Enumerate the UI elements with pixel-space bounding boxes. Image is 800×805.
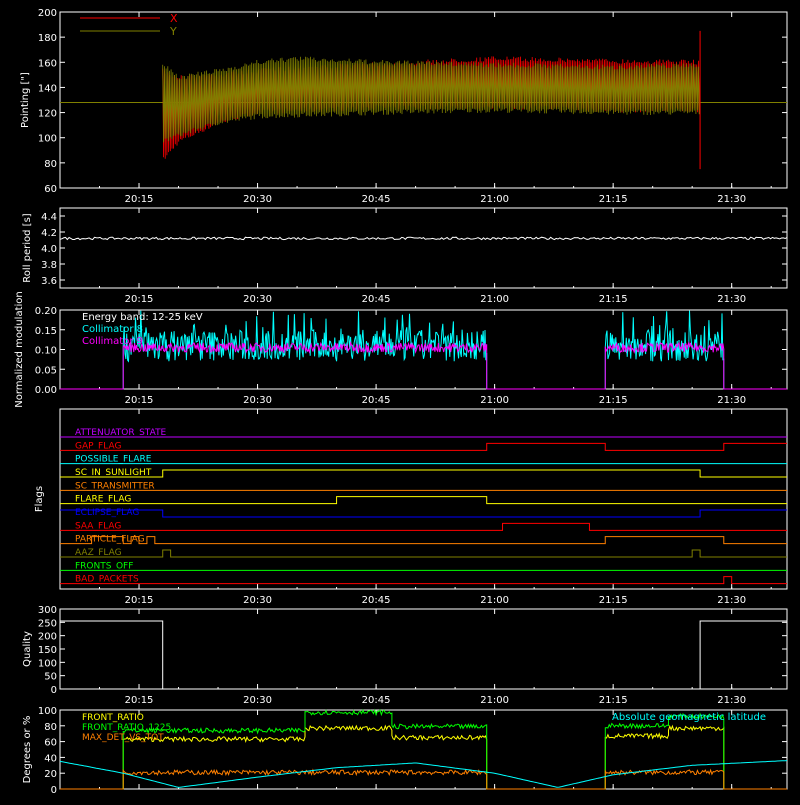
flag-label-flare-flag: FLARE_FLAG [75,495,131,505]
x-tick-label: 21:15 [599,695,628,706]
background [0,0,800,800]
flag-label-sc-transmitter: SC_TRANSMITTER [75,481,155,491]
legend-label-max-det-vs-tot: MAX_DET_VS_TOT [82,733,164,743]
flag-label-possible-flare: POSSIBLE_FLARE [75,455,152,465]
y-tick-label: 250 [38,618,57,629]
y-tick-label: 3.6 [41,276,57,287]
y-axis-label: Pointing ["] [20,72,31,128]
x-tick-label: 20:30 [243,595,272,606]
flag-label-fronts-off: FRONTS_OFF [75,561,133,571]
y-tick-label: 100 [38,706,57,717]
y-tick-label: 60 [44,738,57,749]
flag-label-saa-flag: SAA_FLAG [75,521,121,531]
chart-svg: 20:15 20:30 20:45 21:00 21:15 21:30 60 80 100 120… [0,0,800,800]
x-tick-label: 20:15 [125,294,154,305]
y-tick-label: 100 [38,658,57,669]
y-tick-label: 0.10 [35,346,57,357]
x-tick-label: 21:15 [599,194,628,205]
y-tick-label: 150 [38,645,57,656]
x-tick-label: 20:15 [125,395,154,406]
x-tick-label: 21:00 [480,595,509,606]
x-tick-label: 20:30 [243,395,272,406]
x-tick-label: 21:00 [480,695,509,706]
y-tick-label: 50 [44,672,57,683]
x-tick-label: 21:15 [599,294,628,305]
y-tick-label: 100 [38,134,57,145]
x-tick-label: 21:00 [480,395,509,406]
y-tick-label: 160 [38,58,57,69]
y-tick-label: 300 [38,605,57,616]
y-axis-label: Quality [22,631,33,667]
legend-label-collimator-9: Collimator 9 [82,336,143,347]
y-tick-label: 80 [44,159,57,170]
x-tick-label: 21:30 [717,294,746,305]
flag-label-bad-packets: BAD_PACKETS [75,575,139,585]
y-tick-label: 0 [51,685,57,696]
x-tick-label: 21:15 [599,395,628,406]
y-tick-label: 0.15 [35,326,57,337]
x-tick-label: 20:45 [362,294,391,305]
y-tick-label: 4.2 [41,228,57,239]
x-tick-label: 21:30 [717,595,746,606]
x-tick-label: 21:00 [480,294,509,305]
y-tick-label: 0.20 [35,306,57,317]
x-tick-label: 20:30 [243,294,272,305]
legend-label-front-ratio-1225: FRONT_RATIO_1225 [82,723,171,733]
x-tick-label: 21:00 [480,194,509,205]
x-tick-label: 21:15 [599,595,628,606]
y-axis-label: Roll period [s] [22,213,33,282]
x-tick-label: 20:30 [243,194,272,205]
x-tick-label: 20:15 [125,695,154,706]
y-tick-label: 200 [38,632,57,643]
y-tick-label: 80 [44,722,57,733]
y-tick-label: 3.8 [41,260,57,271]
y-tick-label: 140 [38,83,57,94]
x-tick-label: 20:15 [125,595,154,606]
y-tick-label: 120 [38,109,57,120]
y-axis-label: Normalized modulation [14,291,25,408]
flag-label-attenuator-state: ATTENUATOR_STATE [75,428,167,438]
x-tick-label: 20:45 [362,595,391,606]
y-axis-label: Flags [34,486,45,512]
legend-label-geomagnetic-latitude: Absolute geomagnetic latitude [612,712,766,723]
flag-label-particle-flag: PARTICLE_FLAG [75,535,145,545]
chart-canvas: 20:15 20:30 20:45 21:00 21:15 21:30 60 80 100 120… [0,0,800,800]
x-tick-label: 20:45 [362,395,391,406]
y-tick-label: 4.4 [41,212,57,223]
y-tick-label: 200 [38,8,57,19]
legend-label-front-ratio: FRONT_RATIO [82,713,144,723]
x-tick-label: 21:30 [717,194,746,205]
x-tick-label: 21:30 [717,395,746,406]
y-tick-label: 20 [44,769,57,780]
flag-label-eclipse-flag: ECLIPSE_FLAG [75,508,139,518]
flag-label-aaz-flag: AAZ_FLAG [75,548,122,558]
y-tick-label: 0.00 [35,385,57,396]
legend-label-y: Y [169,25,177,38]
y-tick-label: 60 [44,184,57,195]
x-tick-label: 20:45 [362,695,391,706]
energy-band-annotation: Energy band: 12-25 keV [82,312,203,323]
y-tick-label: 40 [44,753,57,764]
y-axis-label: Degrees or % [22,716,33,784]
y-tick-label: 0.05 [35,365,57,376]
legend-label-x: X [170,12,178,25]
x-tick-label: 20:15 [125,194,154,205]
y-tick-label: 4.0 [41,244,57,255]
flag-label-gap-flag: GAP_FLAG [75,441,121,451]
y-tick-label: 180 [38,33,57,44]
x-tick-label: 20:45 [362,194,391,205]
x-tick-label: 20:30 [243,695,272,706]
flag-label-sc-in-sunlight: SC_IN_SUNLIGHT [75,468,152,478]
y-tick-label: 0 [51,785,57,796]
x-tick-label: 21:30 [717,695,746,706]
legend-label-collimator-8: Collimator 8 [82,324,143,335]
